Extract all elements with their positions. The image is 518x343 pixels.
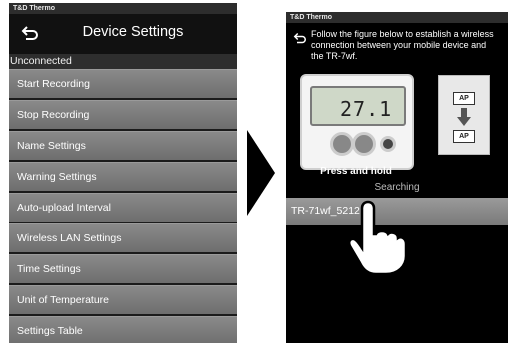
menu-item-settings-table[interactable]: Settings Table (9, 316, 237, 343)
device-button (330, 132, 354, 156)
searching-label: Searching (374, 182, 420, 193)
tap-hand-icon (347, 200, 406, 275)
device-button (352, 132, 376, 156)
device-button (380, 136, 396, 152)
menu-item-stop-recording[interactable]: Stop Recording (9, 99, 237, 129)
instruction: Follow the figure below to establish a w… (293, 29, 499, 62)
menu-item-start-recording[interactable]: Start Recording (9, 69, 237, 98)
menu-item-warning-settings[interactable]: Warning Settings (9, 161, 237, 191)
arrow-down-icon (457, 108, 471, 126)
wireless-connection-screen: T&D Thermo Follow the figure below to es… (286, 12, 508, 343)
back-arrow-icon[interactable] (293, 32, 307, 44)
ap-label: AP (453, 92, 475, 105)
device-display-value: 27.1 (340, 97, 393, 121)
ap-label: AP (453, 130, 475, 143)
menu-item-name-settings[interactable]: Name Settings (9, 130, 237, 160)
menu-item-wireless-lan-settings[interactable]: Wireless LAN Settings (9, 223, 237, 253)
device-lcd: 27.1 (310, 86, 406, 126)
ap-indicator: AP AP (438, 75, 490, 155)
section-label: Unconnected (9, 54, 237, 69)
device-settings-screen: T&D Thermo Device Settings Unconnected S… (9, 3, 237, 343)
page-title: Device Settings (82, 24, 184, 40)
menu-item-unit-of-temperature[interactable]: Unit of Temperature (9, 285, 237, 315)
header: Device Settings (9, 14, 237, 54)
instruction-text: Follow the figure below to establish a w… (311, 29, 494, 61)
status-bar: T&D Thermo (9, 3, 237, 14)
arrow-right-icon (247, 130, 275, 216)
logger-device-image: 27.1 (300, 74, 414, 170)
status-bar: T&D Thermo (286, 12, 508, 23)
menu-item-auto-upload-interval[interactable]: Auto-upload Interval (9, 192, 237, 222)
press-and-hold-label: Press and hold (320, 166, 392, 177)
menu-item-time-settings[interactable]: Time Settings (9, 254, 237, 284)
